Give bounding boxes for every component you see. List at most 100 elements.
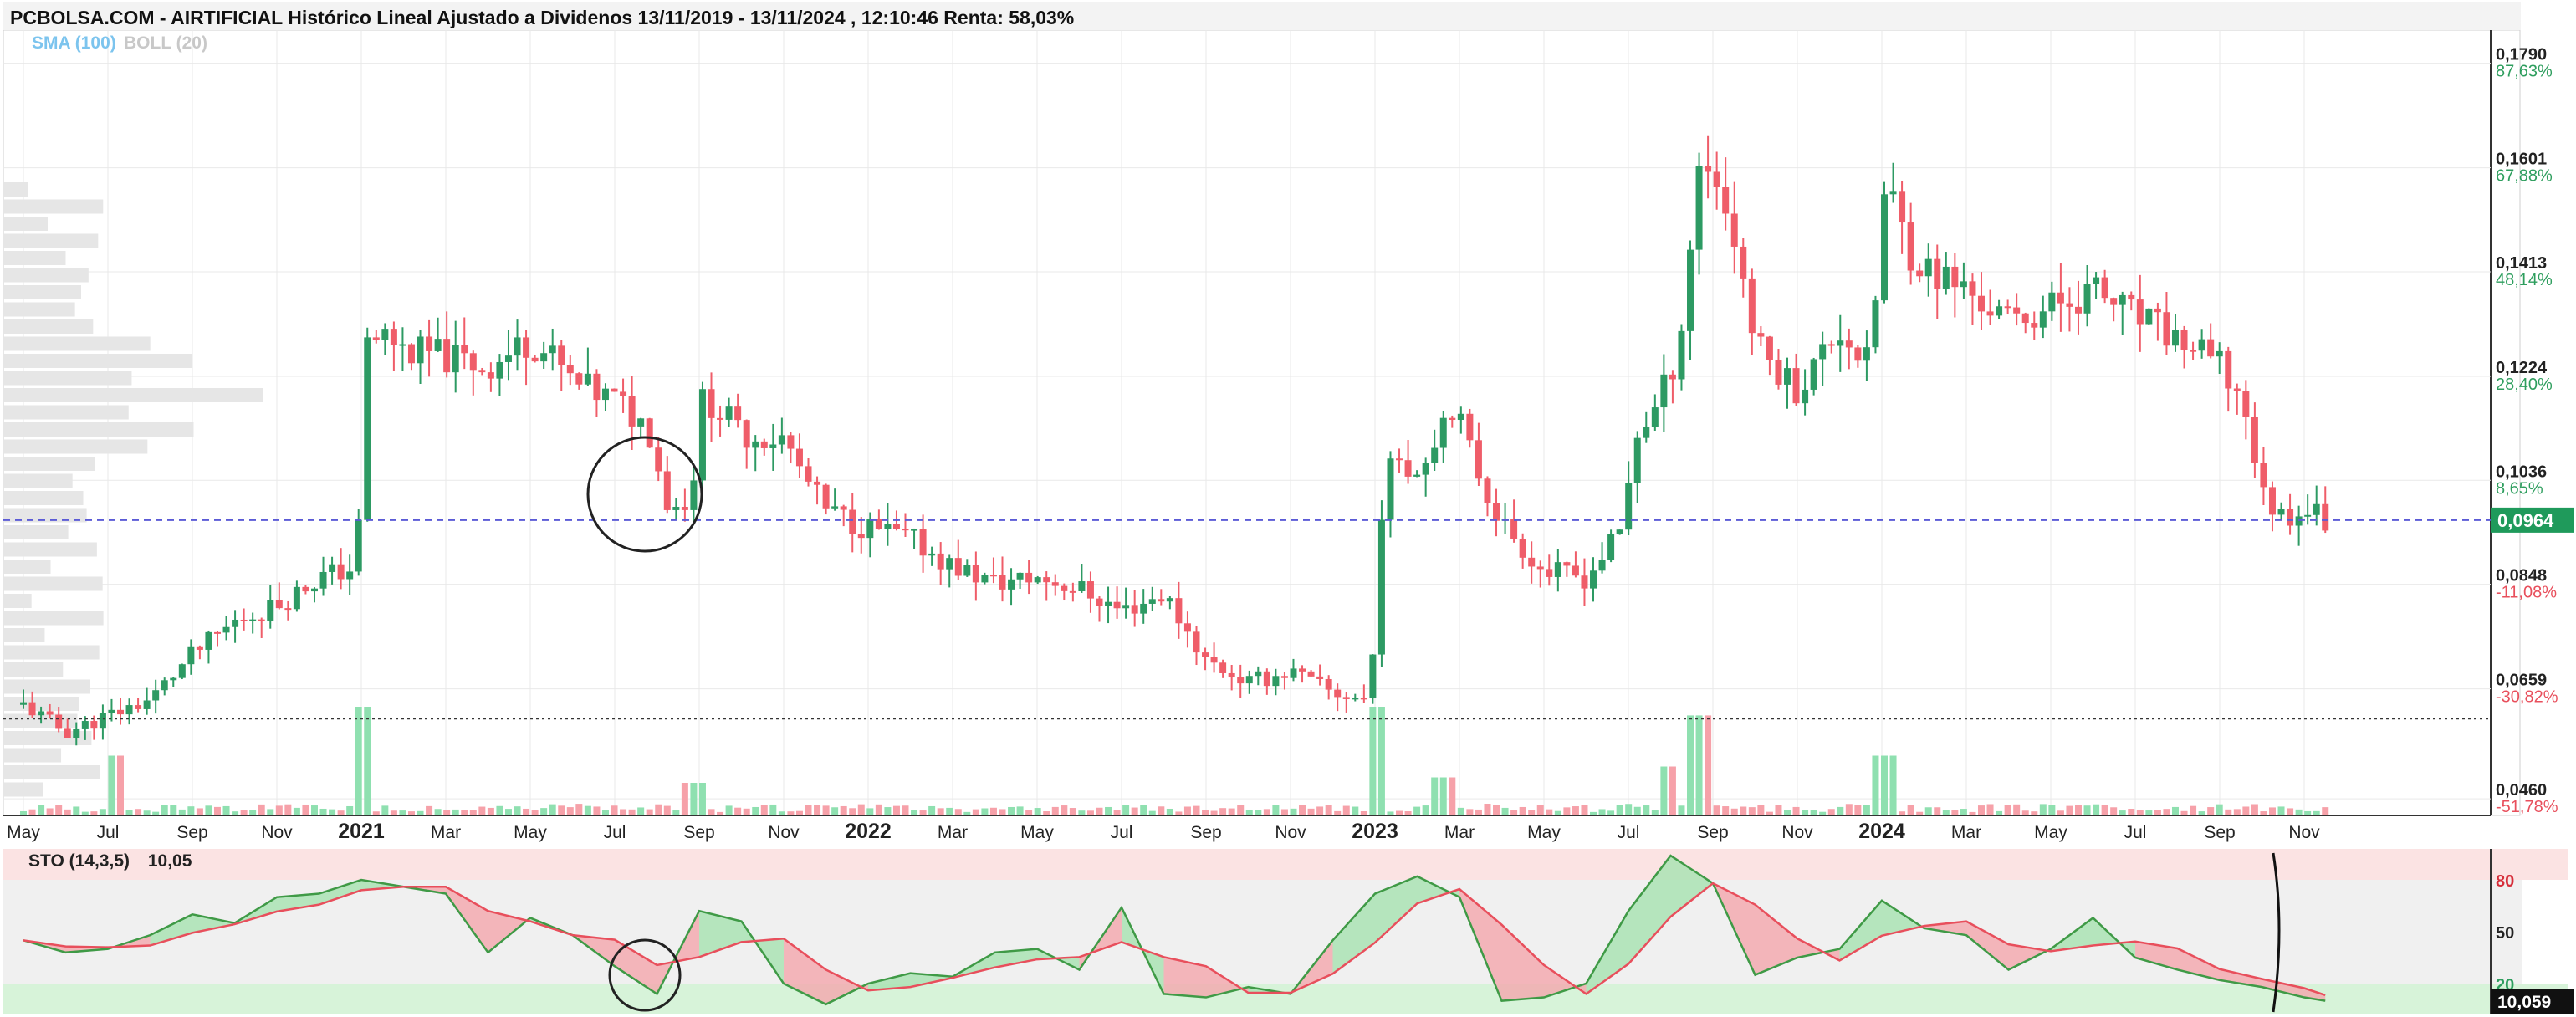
volume-bar [504,809,512,815]
candle-body [346,571,354,580]
chart-svg: May Jul Sep Nov 2021 Mar May Jul Sep Nov 2022 Mar Ma… [3,29,2574,1014]
candle-body [1131,605,1138,614]
volume-bar [1687,715,1694,815]
candle-body [760,441,768,448]
volume-profile-bar [3,182,28,197]
volume-bar [892,805,900,815]
volume-bar [2295,809,2303,815]
candle-body [1352,698,1359,700]
volume-bar [1872,755,1879,815]
volume-bar [1942,810,1950,815]
candle-body [1863,347,1870,361]
volume-bar [2287,808,2294,815]
indicator-sma-label[interactable]: SMA (100) [32,33,116,54]
candle-body [2242,391,2250,417]
volume-bar [355,707,362,815]
volume-bar [734,807,742,815]
volume-bar [337,810,345,815]
x-tick-label: Mar [938,823,968,842]
candle-body [1572,565,1579,576]
candle-body [1034,577,1041,583]
candle-body [1360,698,1367,700]
volume-bar [989,807,997,815]
volume-bar [1740,806,1747,815]
candle-body [787,435,795,449]
candle-body [734,406,742,421]
volume-profile-bar [3,217,48,231]
volume-bar [2039,804,2047,815]
volume-bar [1924,807,1932,815]
volume-bar [2093,804,2100,815]
candle-body [884,524,892,529]
candle-body [2171,329,2179,346]
volume-bar [1466,809,1474,815]
volume-bar [531,810,539,815]
volume-bar [1510,810,1518,815]
volume-bar [1158,806,1165,815]
x-tick-label: Mar [431,823,461,842]
volume-bar [884,807,892,815]
candle-body [1519,539,1526,558]
candle-body [258,619,265,622]
indicator-boll-label[interactable]: BOLL (20) [124,33,207,54]
volume-bar [1051,806,1059,815]
x-tick-label: Sep [1190,823,1221,842]
volume-bar [1660,766,1668,815]
volume-bar [628,809,636,815]
volume-profile-bar [3,354,193,368]
volume-bar [1148,810,1156,815]
candle-body [1695,166,1703,250]
volume-bar [1457,807,1464,815]
volume-bar [954,809,962,815]
volume-bar [73,806,80,815]
volume-bar [1069,808,1076,815]
candle-body [232,619,239,627]
candle-body [1880,194,1888,301]
volume-profile-bar [3,285,81,299]
volume-bar [1880,755,1888,815]
candle-body [1449,417,1456,421]
volume-bar [1342,805,1350,815]
y-pct-label: 8,65% [2496,479,2543,498]
volume-bar [2190,805,2197,815]
volume-bar [426,805,433,815]
candle-body [1660,374,1668,408]
candle-body [752,441,759,448]
volume-bar [1546,809,1553,815]
volume-bar [178,809,186,815]
candle-body [2198,339,2205,351]
volume-bar [1086,810,1094,815]
volume-profile-bar [3,748,62,763]
volume-bar [620,809,627,815]
volume-bar [840,805,847,815]
candlestick-series [20,135,2329,746]
volume-bar [1078,810,1086,815]
candle-body [2260,463,2267,488]
volume-bar [187,806,195,815]
candle-body [946,558,953,570]
candle-body [1740,246,1747,279]
volume-bar [1404,811,1412,815]
candle-body [478,370,486,373]
candle-body [1493,503,1500,521]
volume-bar [769,804,777,815]
volume-profile-bar [3,576,103,591]
volume-bar [584,805,591,815]
volume-bar [1113,810,1121,815]
candle-body [46,711,54,715]
volume-bar [249,810,257,815]
candle-body [646,418,653,448]
volume-bar [2110,807,2118,815]
volume-bar [1008,806,1015,815]
candle-body [1439,417,1447,448]
candle-body [972,565,979,583]
candle-body [1598,560,1606,571]
candle-body [1183,623,1191,632]
candle-body [1687,249,1694,331]
volume-bar [1757,805,1765,815]
volume-bar [1280,809,1288,815]
volume-bar [1493,805,1500,815]
volume-profile-bar [3,594,32,608]
candle-body [1977,295,1985,312]
candle-body [1722,187,1730,214]
